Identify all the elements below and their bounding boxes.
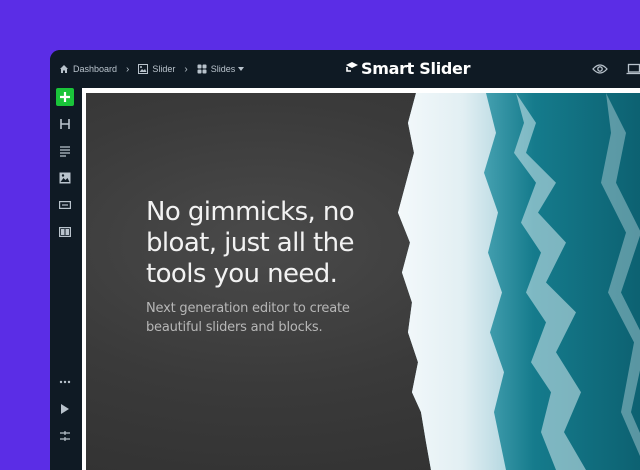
- breadcrumb-separator: ›: [184, 63, 188, 75]
- editor-window: Dashboard › Slider › Slides Smart Slider: [50, 50, 640, 470]
- breadcrumb-slider[interactable]: Slider: [138, 64, 175, 74]
- breadcrumb-slider-label: Slider: [152, 64, 176, 74]
- button-icon: [59, 201, 71, 209]
- top-bar: Dashboard › Slider › Slides Smart Slider: [50, 50, 640, 88]
- eye-icon: [592, 64, 608, 74]
- toolbar-actions: [574, 50, 640, 88]
- row-layer-button[interactable]: [56, 223, 74, 241]
- caret-down-icon: [238, 67, 245, 71]
- brand-logo: Smart Slider: [345, 59, 471, 78]
- text-icon: [60, 146, 70, 157]
- settings-button[interactable]: [56, 427, 74, 445]
- preview-button[interactable]: [592, 63, 608, 75]
- breadcrumb-separator: ›: [126, 63, 130, 75]
- button-layer-button[interactable]: [56, 196, 74, 214]
- laptop-icon: [626, 63, 640, 75]
- image-icon: [59, 172, 71, 184]
- image-layer-button[interactable]: [56, 169, 74, 187]
- breadcrumb-dashboard[interactable]: Dashboard: [59, 64, 117, 74]
- heading-layer-button[interactable]: [56, 115, 74, 133]
- breadcrumb-slides[interactable]: Slides: [197, 64, 249, 74]
- slide-canvas: No gimmicks, no bloat, just all the tool…: [82, 88, 640, 470]
- slide-headline[interactable]: No gimmicks, no bloat, just all the tool…: [146, 197, 406, 290]
- grid-icon: [197, 64, 207, 74]
- play-icon: [61, 404, 69, 414]
- slide: No gimmicks, no bloat, just all the tool…: [86, 93, 640, 470]
- play-button[interactable]: [56, 400, 74, 418]
- more-tools-button[interactable]: [56, 373, 74, 391]
- brand-name: Smart Slider: [361, 59, 471, 78]
- slide-subline[interactable]: Next generation editor to create beautif…: [146, 299, 386, 337]
- left-tool-sidebar: [50, 88, 80, 470]
- text-layer-button[interactable]: [56, 142, 74, 160]
- laptop-view-button[interactable]: [626, 63, 640, 75]
- more-icon: [59, 380, 71, 384]
- add-layer-button[interactable]: [56, 88, 74, 106]
- plus-icon: [60, 92, 70, 102]
- home-icon: [60, 65, 68, 73]
- row-icon: [59, 227, 71, 237]
- breadcrumb-slides-label: Slides: [210, 64, 236, 74]
- breadcrumb: Dashboard › Slider › Slides: [59, 64, 248, 75]
- heading-icon: [60, 119, 70, 129]
- settings-icon: [60, 431, 70, 441]
- image-icon: [138, 64, 149, 74]
- breadcrumb-dashboard-label: Dashboard: [73, 64, 118, 74]
- graduation-cap-icon: [346, 61, 358, 72]
